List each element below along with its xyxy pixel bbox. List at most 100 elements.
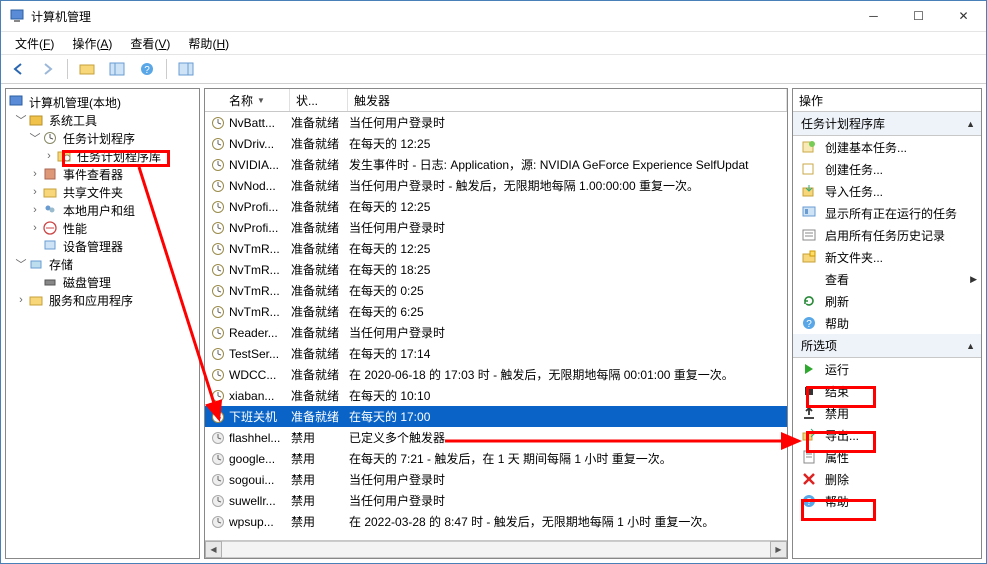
minimize-button[interactable]: ─ [851, 1, 896, 31]
props-icon [801, 449, 817, 465]
tree-storage[interactable]: ﹀存储 [6, 255, 199, 273]
help-icon: ? [801, 315, 817, 331]
action-refresh[interactable]: 刷新 [793, 290, 981, 312]
action-props[interactable]: 属性 [793, 446, 981, 468]
task-row[interactable]: sogoui...禁用当任何用户登录时 [205, 469, 787, 490]
task-row[interactable]: NvProfi...准备就绪当任何用户登录时 [205, 217, 787, 238]
menu-view[interactable]: 查看(V) [124, 34, 176, 53]
actions-group-library[interactable]: 任务计划程序库▲ [793, 112, 981, 136]
task-row[interactable]: NvTmR...准备就绪在每天的 0:25 [205, 280, 787, 301]
task-row[interactable]: NvProfi...准备就绪在每天的 12:25 [205, 196, 787, 217]
action-enable-history[interactable]: 启用所有任务历史记录 [793, 224, 981, 246]
task-name: flashhel... [229, 431, 291, 445]
task-row[interactable]: NvTmR...准备就绪在每天的 18:25 [205, 259, 787, 280]
task-row[interactable]: google...禁用在每天的 7:21 - 触发后，在 1 天 期间每隔 1 … [205, 448, 787, 469]
tree-scheduler-lib[interactable]: ›任务计划程序库 [6, 147, 199, 165]
nav-fwd-button[interactable] [35, 56, 61, 82]
tree-root[interactable]: 计算机管理(本地) [6, 93, 199, 111]
tree-diskmgmt[interactable]: 磁盘管理 [6, 273, 199, 291]
nav-tree[interactable]: 计算机管理(本地) ﹀系统工具 ﹀任务计划程序 ›任务计划程序库 ›事件查看器 … [5, 88, 200, 559]
task-row[interactable]: flashhel...禁用已定义多个触发器 [205, 427, 787, 448]
action-delete[interactable]: 删除 [793, 468, 981, 490]
task-name: NvNod... [229, 179, 291, 193]
task-row[interactable]: NvTmR...准备就绪在每天的 12:25 [205, 238, 787, 259]
menu-help[interactable]: 帮助(H) [182, 34, 235, 53]
task-row[interactable]: NVIDIA...准备就绪发生事件时 - 日志: Application，源: … [205, 154, 787, 175]
menu-action[interactable]: 操作(A) [66, 34, 118, 53]
end-icon [801, 383, 817, 399]
task-row[interactable]: NvBatt...准备就绪当任何用户登录时 [205, 112, 787, 133]
tree-services[interactable]: ›服务和应用程序 [6, 291, 199, 309]
action-label: 启用所有任务历史记录 [825, 227, 977, 244]
task-trigger: 在每天的 12:25 [349, 240, 787, 257]
col-trigger[interactable]: 触发器 [348, 89, 787, 111]
task-row[interactable]: 下班关机准备就绪在每天的 17:00 [205, 406, 787, 427]
task-status: 准备就绪 [291, 240, 349, 257]
tree-shared[interactable]: ›共享文件夹 [6, 183, 199, 201]
app-icon [9, 8, 25, 24]
task-trigger: 当任何用户登录时 [349, 219, 787, 236]
action-label: 显示所有正在运行的任务 [825, 205, 977, 222]
tree-eventviewer[interactable]: ›事件查看器 [6, 165, 199, 183]
task-row[interactable]: NvNod...准备就绪当任何用户登录时 - 触发后，无限期地每隔 1.00:0… [205, 175, 787, 196]
task-row[interactable]: suwellr...禁用当任何用户登录时 [205, 490, 787, 511]
task-row[interactable]: Reader...准备就绪当任何用户登录时 [205, 322, 787, 343]
menu-file[interactable]: 文件(F) [9, 34, 60, 53]
action-disable[interactable]: 禁用 [793, 402, 981, 424]
task-rows[interactable]: NvBatt...准备就绪当任何用户登录时NvDriv...准备就绪在每天的 1… [205, 112, 787, 540]
action-help[interactable]: ? 帮助 [793, 312, 981, 334]
scroll-left-button[interactable]: ◀ [205, 541, 222, 558]
toolbar-panel-button[interactable] [104, 56, 130, 82]
toolbar-panel2-button[interactable] [173, 56, 199, 82]
action-new[interactable]: 创建任务... [793, 158, 981, 180]
scroll-right-button[interactable]: ▶ [770, 541, 787, 558]
action-new-basic[interactable]: 创建基本任务... [793, 136, 981, 158]
task-status: 准备就绪 [291, 366, 349, 383]
action-label: 删除 [825, 471, 977, 488]
task-trigger: 在每天的 17:14 [349, 345, 787, 362]
action-end[interactable]: 结束 [793, 380, 981, 402]
task-row[interactable]: wpsup...禁用在 2022-03-28 的 8:47 时 - 触发后，无限… [205, 511, 787, 532]
tree-users[interactable]: ›本地用户和组 [6, 201, 199, 219]
clock-icon [211, 473, 229, 487]
tree-devmgr[interactable]: 设备管理器 [6, 237, 199, 255]
action-help[interactable]: ?帮助 [793, 490, 981, 512]
maximize-button[interactable]: ☐ [896, 1, 941, 31]
close-button[interactable]: ✕ [941, 1, 986, 31]
action-show-running[interactable]: 显示所有正在运行的任务 [793, 202, 981, 224]
task-status: 准备就绪 [291, 324, 349, 341]
col-name[interactable]: 名称▼ [205, 89, 290, 111]
actions-group-selected[interactable]: 所选项▲ [793, 334, 981, 358]
task-row[interactable]: WDCC...准备就绪在 2020-06-18 的 17:03 时 - 触发后，… [205, 364, 787, 385]
col-status[interactable]: 状... [290, 89, 348, 111]
action-export[interactable]: 导出... [793, 424, 981, 446]
task-status: 准备就绪 [291, 345, 349, 362]
toolbar-help-button[interactable]: ? [134, 56, 160, 82]
tree-perf[interactable]: ›性能 [6, 219, 199, 237]
toolbar-folder-button[interactable] [74, 56, 100, 82]
task-name: sogoui... [229, 473, 291, 487]
action-run[interactable]: 运行 [793, 358, 981, 380]
task-row[interactable]: NvDriv...准备就绪在每天的 12:25 [205, 133, 787, 154]
action-view[interactable]: 查看▶ [793, 268, 981, 290]
task-name: NvDriv... [229, 137, 291, 151]
clock-icon [211, 431, 229, 445]
tree-scheduler[interactable]: ﹀任务计划程序 [6, 129, 199, 147]
task-row[interactable]: TestSer...准备就绪在每天的 17:14 [205, 343, 787, 364]
task-trigger: 当任何用户登录时 [349, 471, 787, 488]
new-basic-icon [801, 139, 817, 155]
task-status: 准备就绪 [291, 135, 349, 152]
nav-back-button[interactable] [5, 56, 31, 82]
clock-icon [211, 242, 229, 256]
action-label: 帮助 [825, 315, 977, 332]
actions-pane: 操作 任务计划程序库▲ 创建基本任务...创建任务...导入任务...显示所有正… [792, 88, 982, 559]
action-import[interactable]: 导入任务... [793, 180, 981, 202]
hscrollbar[interactable]: ◀ ▶ [205, 540, 787, 558]
scroll-track[interactable] [222, 541, 770, 558]
tree-systools[interactable]: ﹀系统工具 [6, 111, 199, 129]
action-folder[interactable]: 新文件夹... [793, 246, 981, 268]
task-status: 准备就绪 [291, 114, 349, 131]
task-row[interactable]: xiaban...准备就绪在每天的 10:10 [205, 385, 787, 406]
task-name: google... [229, 452, 291, 466]
task-row[interactable]: NvTmR...准备就绪在每天的 6:25 [205, 301, 787, 322]
